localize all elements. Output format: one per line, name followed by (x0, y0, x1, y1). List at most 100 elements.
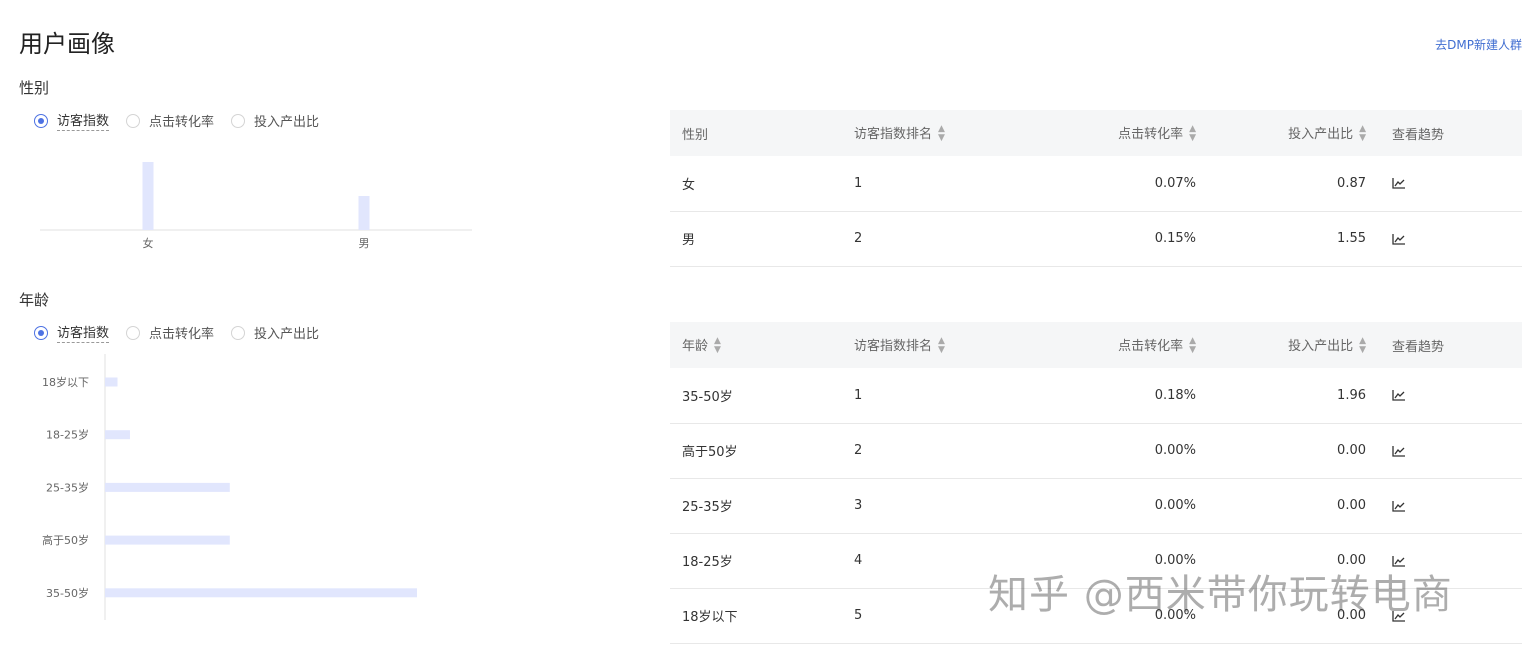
row-trend (1380, 368, 1522, 424)
row-name: 18-25岁 (670, 533, 842, 589)
header-label: 投入产出比 (1288, 338, 1354, 354)
x-tick-label: 女 (143, 236, 154, 250)
row-rank: 1 (842, 156, 1032, 212)
row-trend (1380, 478, 1522, 534)
age-table: 年龄 ▲ ▼ 访客指数排名 ▲ ▼ 点击转化率 ▲ ▼ 投入产出比 ▲ ▼ 查看趋势 35-50… (670, 322, 1522, 644)
row-rank: 2 (842, 211, 1032, 267)
bar (105, 535, 230, 545)
age-metric-radio-group: 访客指数 点击转化率 投入产出比 (34, 322, 336, 343)
sort-icon[interactable]: ▲ ▼ (1189, 125, 1196, 143)
header-label: 性别 (682, 127, 709, 143)
row-rank: 4 (842, 533, 1032, 589)
col-header-roi[interactable]: 投入产出比 ▲ ▼ (1210, 322, 1380, 368)
y-tick-label: 高于50岁 (42, 533, 89, 547)
dmp-new-audience-link[interactable]: 去DMP新建人群 (1435, 36, 1522, 53)
row-ctr: 0.00% (1032, 423, 1210, 479)
row-roi: 0.00 (1210, 533, 1380, 589)
row-ctr: 0.00% (1032, 533, 1210, 589)
col-header-trend: 查看趋势 (1380, 110, 1522, 156)
age-section-title: 年龄 (19, 291, 50, 309)
metric-radio-option[interactable]: 访客指数 (34, 110, 110, 131)
row-name: 25-35岁 (670, 478, 842, 534)
trend-chart-icon[interactable] (1392, 498, 1406, 513)
col-header-visitor-rank[interactable]: 访客指数排名 ▲ ▼ (842, 110, 1032, 156)
radio-circle-icon[interactable] (126, 325, 141, 340)
header-label: 访客指数排名 (854, 126, 933, 142)
gender-bar-chart: 女男 (40, 162, 472, 250)
radio-circle-icon[interactable] (231, 113, 246, 128)
row-roi: 1.55 (1210, 211, 1380, 267)
row-ctr: 0.15% (1032, 211, 1210, 267)
row-ctr: 0.18% (1032, 368, 1210, 424)
row-ctr: 0.00% (1032, 588, 1210, 644)
radio-label: 点击转化率 (149, 327, 215, 342)
col-header-roi[interactable]: 投入产出比 ▲ ▼ (1210, 110, 1380, 156)
bar (105, 588, 417, 598)
row-rank: 2 (842, 423, 1032, 479)
header-label: 查看趋势 (1392, 127, 1445, 143)
table-row: 18-25岁 4 0.00% 0.00 (670, 533, 1522, 589)
col-header-age[interactable]: 年龄 ▲ ▼ (670, 322, 842, 368)
x-tick-label: 男 (359, 237, 370, 250)
page-title: 用户画像 (19, 30, 115, 58)
trend-chart-icon[interactable] (1392, 553, 1406, 568)
table-row: 35-50岁 1 0.18% 1.96 (670, 368, 1522, 424)
metric-radio-option[interactable]: 点击转化率 (126, 323, 214, 342)
metric-radio-option[interactable]: 点击转化率 (126, 111, 214, 130)
row-name: 高于50岁 (670, 423, 842, 479)
row-roi: 0.00 (1210, 423, 1380, 479)
header-label: 点击转化率 (1118, 338, 1184, 354)
col-header-ctr[interactable]: 点击转化率 ▲ ▼ (1032, 322, 1210, 368)
sort-icon[interactable]: ▲ ▼ (714, 337, 721, 355)
row-ctr: 0.00% (1032, 478, 1210, 534)
header-label: 年龄 (682, 338, 709, 354)
row-name: 35-50岁 (670, 368, 842, 424)
sort-icon[interactable]: ▲ ▼ (1359, 125, 1366, 143)
metric-radio-option[interactable]: 投入产出比 (231, 323, 319, 342)
trend-chart-icon[interactable] (1392, 231, 1406, 246)
y-tick-label: 18-25岁 (46, 428, 89, 442)
sort-icon[interactable]: ▲ ▼ (1189, 337, 1196, 355)
gender-table-header-row: 性别 访客指数排名 ▲ ▼ 点击转化率 ▲ ▼ 投入产出比 ▲ ▼ 查看趋势 (670, 110, 1522, 156)
bar (105, 430, 130, 440)
sort-icon[interactable]: ▲ ▼ (1359, 337, 1366, 355)
row-roi: 1.96 (1210, 368, 1380, 424)
row-name: 18岁以下 (670, 588, 842, 644)
radio-circle-icon[interactable] (34, 325, 48, 340)
sort-icon[interactable]: ▲ ▼ (938, 337, 945, 355)
table-row: 25-35岁 3 0.00% 0.00 (670, 478, 1522, 534)
row-name: 女 (670, 156, 842, 212)
row-rank: 1 (842, 368, 1032, 424)
radio-label: 投入产出比 (254, 115, 320, 130)
radio-label: 投入产出比 (254, 327, 320, 342)
radio-label: 点击转化率 (149, 115, 215, 130)
row-trend (1380, 588, 1522, 644)
gender-table: 性别 访客指数排名 ▲ ▼ 点击转化率 ▲ ▼ 投入产出比 ▲ ▼ 查看趋势 女 1 0.07%… (670, 110, 1522, 267)
radio-circle-icon[interactable] (126, 113, 141, 128)
row-ctr: 0.07% (1032, 156, 1210, 212)
trend-chart-icon[interactable] (1392, 608, 1406, 623)
row-roi: 0.87 (1210, 156, 1380, 212)
radio-circle-icon[interactable] (34, 113, 48, 128)
metric-radio-option[interactable]: 投入产出比 (231, 111, 319, 130)
trend-chart-icon[interactable] (1392, 388, 1406, 403)
row-roi: 0.00 (1210, 478, 1380, 534)
row-trend (1380, 423, 1522, 479)
bar (358, 196, 370, 230)
row-trend (1380, 533, 1522, 589)
age-table-header-row: 年龄 ▲ ▼ 访客指数排名 ▲ ▼ 点击转化率 ▲ ▼ 投入产出比 ▲ ▼ 查看趋势 (670, 322, 1522, 368)
radio-circle-icon[interactable] (231, 325, 246, 340)
sort-icon[interactable]: ▲ ▼ (938, 125, 945, 143)
trend-chart-icon[interactable] (1392, 443, 1406, 458)
y-tick-label: 25-35岁 (46, 480, 89, 494)
table-row: 高于50岁 2 0.00% 0.00 (670, 423, 1522, 479)
bar (142, 162, 154, 230)
metric-radio-option[interactable]: 访客指数 (34, 322, 110, 343)
header-label: 点击转化率 (1118, 126, 1184, 142)
header-label: 投入产出比 (1288, 126, 1354, 142)
col-header-visitor-rank[interactable]: 访客指数排名 ▲ ▼ (842, 322, 1032, 368)
gender-section-title: 性别 (19, 79, 50, 97)
col-header-ctr[interactable]: 点击转化率 ▲ ▼ (1032, 110, 1210, 156)
trend-chart-icon[interactable] (1392, 176, 1406, 191)
bar (105, 377, 118, 387)
